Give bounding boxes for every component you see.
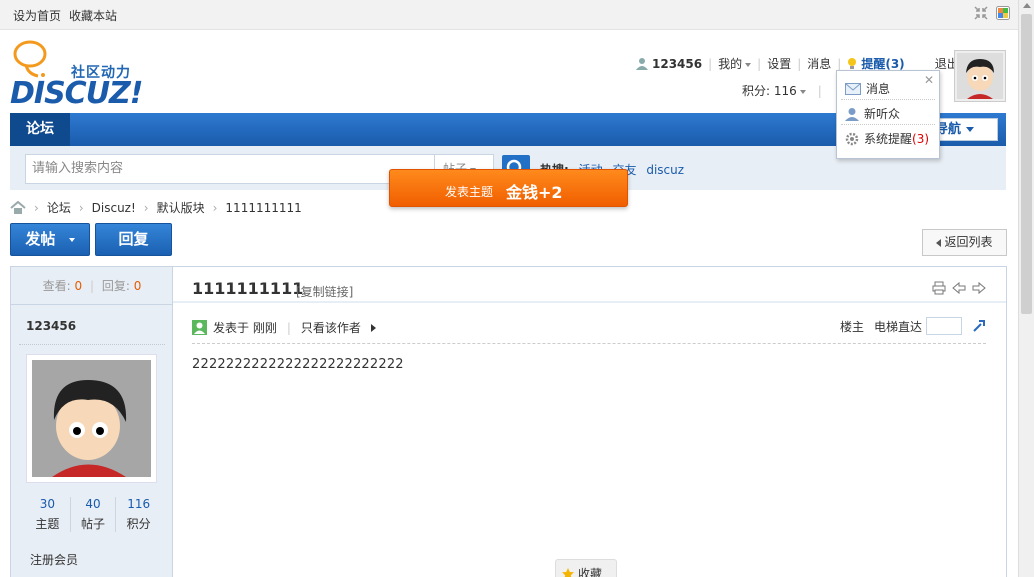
post-meta: 发表于 刚刚 | 只看该作者 — [192, 319, 376, 336]
replies-count: 0 — [133, 279, 142, 293]
quick-nav-button[interactable]: 导航 — [930, 118, 998, 141]
logo-bubble-icon — [13, 40, 47, 78]
chevron-down-icon — [965, 127, 974, 132]
search-input[interactable]: 请输入搜索内容 — [25, 154, 435, 184]
bookmark-site-link[interactable]: 收藏本站 — [69, 7, 117, 24]
messages-link[interactable]: 消息 — [807, 55, 831, 72]
only-author-link[interactable]: 只看该作者 — [301, 319, 361, 336]
favorite-button[interactable]: 收藏 — [555, 559, 617, 577]
top-bar: 设为首页 收藏本站 — [0, 0, 1018, 30]
chevron-down-icon — [745, 62, 752, 67]
back-to-list-button[interactable]: 返回列表 — [922, 229, 1007, 256]
author-avatar[interactable] — [26, 354, 157, 483]
settings-link[interactable]: 设置 — [767, 55, 791, 72]
avatar[interactable] — [954, 50, 1006, 102]
nav-item-forum[interactable]: 论坛 — [10, 113, 70, 146]
envelope-icon — [845, 82, 861, 95]
thread-tools — [932, 281, 986, 295]
user-icon — [636, 58, 648, 70]
color-theme-icon[interactable] — [996, 6, 1010, 20]
breadcrumb: › 论坛 › Discuz! › 默认版块 › 1111111111 — [10, 199, 302, 216]
breadcrumb-item[interactable]: Discuz! — [92, 201, 136, 215]
breadcrumb-item[interactable]: 论坛 — [47, 199, 71, 216]
vertical-scrollbar[interactable] — [1018, 0, 1034, 577]
floor-jump-input[interactable] — [926, 317, 962, 335]
author-stats: 30 主题 40 帖子 116 积分 — [25, 497, 161, 532]
breadcrumb-item[interactable]: 1111111111 — [225, 201, 301, 215]
next-thread-icon[interactable] — [972, 281, 986, 295]
views-count: 0 — [74, 279, 83, 293]
author-stat[interactable]: 40 帖子 — [71, 497, 117, 532]
reminder-popup: ✕ 消息 新听众 系统提醒(3) — [836, 70, 940, 159]
post-content: 2222222222222222222222222 — [192, 357, 404, 372]
popup-item-system-reminders[interactable]: 系统提醒(3) — [845, 130, 929, 147]
thread-post: 查看: 0 | 回复: 0 123456 30主题 40帖子 116积分 — [10, 266, 1007, 577]
hot-search-item[interactable]: discuz — [646, 163, 684, 177]
author-rank[interactable]: 注册会员 — [30, 551, 78, 568]
logo-wordmark: DISCUZ! — [10, 76, 143, 111]
avatar-cartoon-icon — [32, 360, 151, 477]
popup-item-messages[interactable]: 消息 — [845, 80, 890, 97]
jump-go-icon[interactable] — [972, 319, 986, 333]
chevron-left-icon — [936, 238, 942, 247]
close-icon[interactable]: ✕ — [924, 73, 934, 87]
author-name[interactable]: 123456 — [26, 319, 76, 333]
print-icon[interactable] — [932, 281, 946, 295]
thread-stats: 查看: 0 | 回复: 0 — [11, 267, 173, 305]
reply-button[interactable]: 回复 — [95, 223, 172, 256]
breadcrumb-item[interactable]: 默认版块 — [157, 199, 205, 216]
post-time: 发表于 刚刚 — [213, 321, 277, 335]
user-icon — [845, 107, 859, 121]
collapse-icon[interactable] — [974, 6, 988, 20]
my-menu[interactable]: 我的 — [718, 55, 752, 72]
scroll-up-arrow-icon[interactable] — [1023, 3, 1031, 8]
chevron-down-icon — [799, 89, 806, 94]
scrollbar-thumb[interactable] — [1021, 14, 1032, 314]
thread-title: 1111111111 — [192, 279, 304, 298]
author-stat[interactable]: 30 主题 — [25, 497, 71, 532]
floor-controls: 楼主 电梯直达 — [840, 317, 986, 335]
avatar-cartoon-icon — [957, 53, 1003, 99]
star-icon — [562, 568, 574, 577]
previous-thread-icon[interactable] — [952, 281, 966, 295]
toast-reward: 金钱+2 — [506, 183, 563, 202]
copy-link-button[interactable]: [复制链接] — [296, 283, 353, 300]
jump-label: 电梯直达 — [873, 319, 922, 334]
toast-action: 发表主题 — [445, 185, 494, 199]
reward-toast: 发表主题 金钱+2 — [389, 169, 628, 207]
popup-item-new-followers[interactable]: 新听众 — [845, 105, 900, 122]
chevron-right-icon — [370, 323, 376, 332]
set-homepage-link[interactable]: 设为首页 — [13, 7, 61, 24]
online-user-icon — [192, 320, 207, 335]
gear-icon — [845, 132, 859, 145]
new-post-button[interactable]: 发帖 — [10, 223, 90, 256]
username-link[interactable]: 123456 — [652, 57, 702, 71]
points-menu[interactable]: 积分: 116 | — [742, 82, 822, 99]
site-logo[interactable]: 社区动力 DISCUZ! — [10, 40, 150, 111]
author-stat[interactable]: 116 积分 — [116, 497, 161, 532]
home-icon[interactable] — [10, 200, 26, 215]
chevron-down-icon — [68, 237, 75, 242]
author-sidebar: 查看: 0 | 回复: 0 123456 30主题 40帖子 116积分 — [11, 267, 173, 577]
lightbulb-icon — [848, 57, 857, 69]
floor-label: 楼主 — [839, 319, 864, 334]
